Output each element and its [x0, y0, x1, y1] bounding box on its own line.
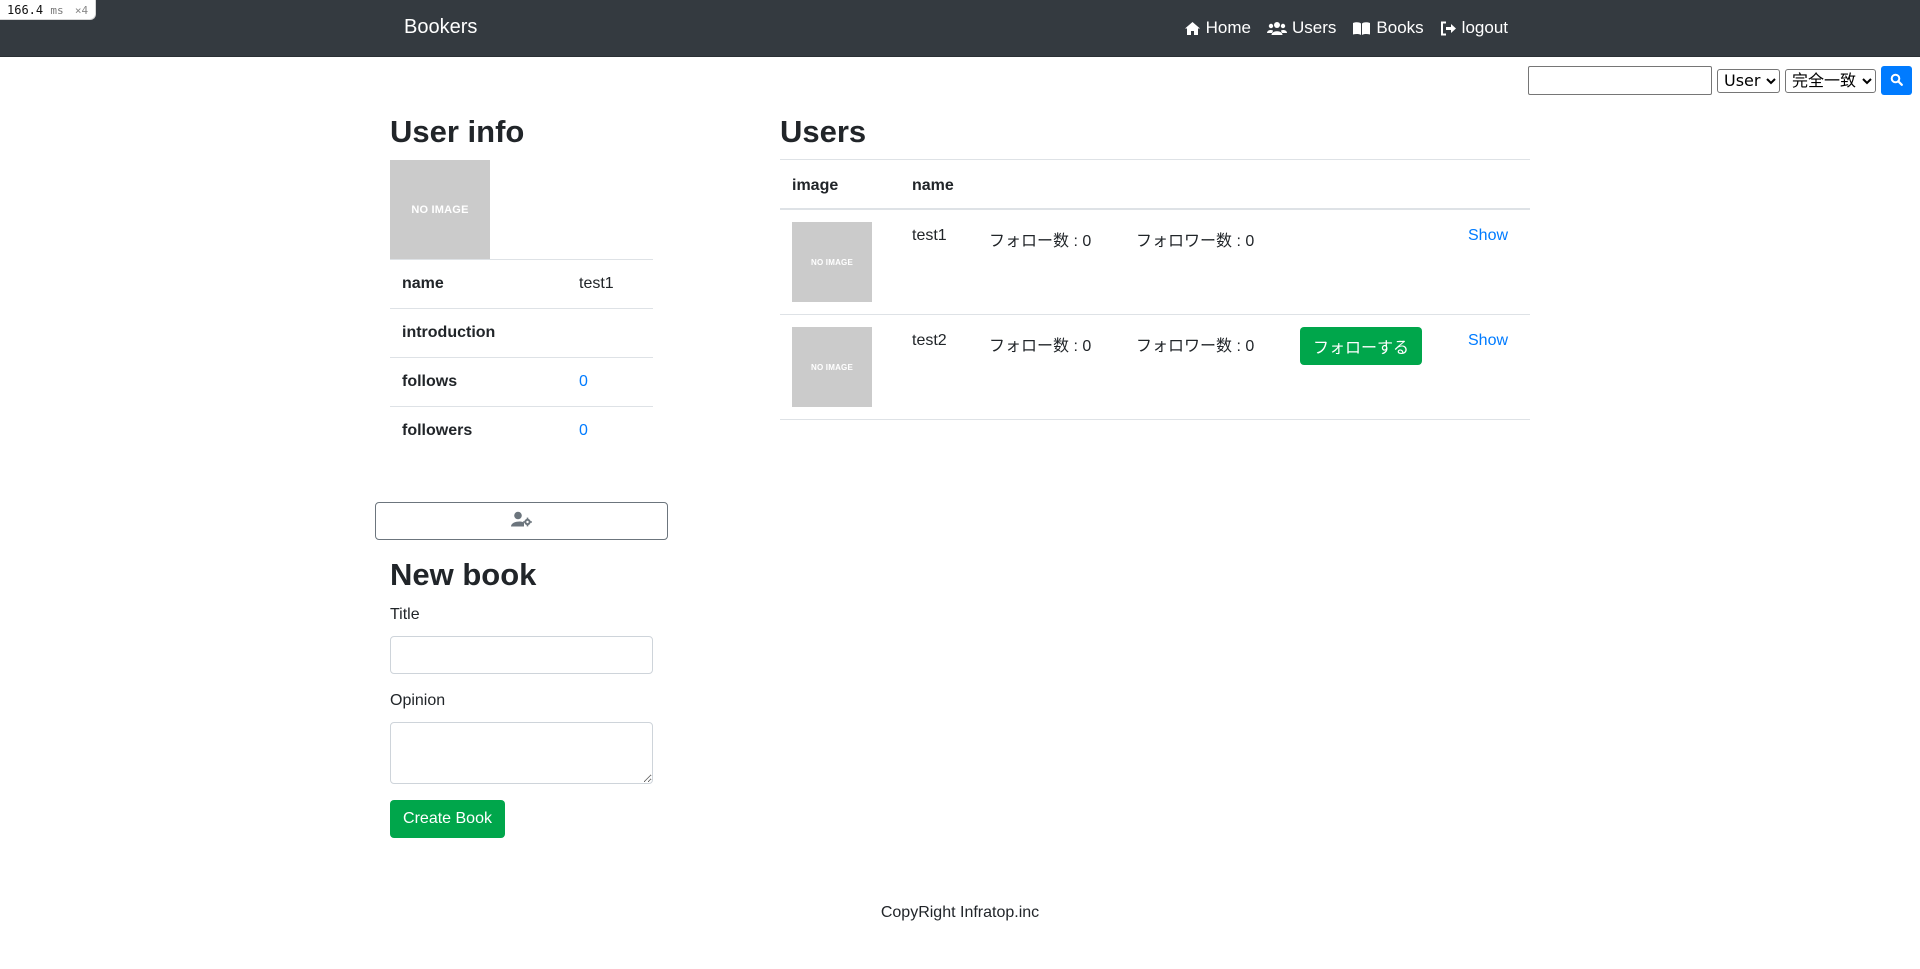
navbar: Bookers Home Users Books logout [0, 0, 1920, 57]
info-key: name [390, 259, 567, 309]
search-bar: User 完全一致 [1528, 66, 1912, 95]
search-input[interactable] [1528, 66, 1712, 95]
nav-users-label: Users [1292, 18, 1337, 37]
info-row-name: name test1 [390, 259, 653, 309]
follows-count-link[interactable]: 0 [579, 373, 588, 390]
edit-profile-button[interactable] [375, 502, 668, 540]
nav-logout-link[interactable]: logout [1440, 18, 1508, 38]
show-user-link[interactable]: Show [1468, 227, 1508, 245]
user-followers-count: フォロワー数 : 0 [1136, 338, 1255, 355]
users-table-header: image name [780, 159, 1530, 210]
user-cog-icon [510, 511, 533, 532]
info-key: follows [390, 357, 567, 407]
perf-value: 166.4 [7, 3, 44, 17]
show-user-link[interactable]: Show [1468, 332, 1508, 350]
user-thumbnail: NO IMAGE [792, 327, 872, 407]
nav-home-link[interactable]: Home [1184, 18, 1251, 38]
title-label: Title [390, 606, 420, 623]
info-value: test1 [567, 259, 653, 309]
user-followers-count: フォロワー数 : 0 [1136, 233, 1255, 250]
user-info-title: User info [390, 114, 525, 149]
perf-multiplier: ×4 [74, 4, 89, 17]
nav-links: Home Users Books logout [1184, 18, 1508, 38]
info-row-follows: follows 0 [390, 357, 653, 407]
sign-out-icon [1440, 21, 1457, 36]
opinion-label: Opinion [390, 692, 446, 709]
nav-books-label: Books [1376, 18, 1424, 37]
title-input[interactable] [390, 636, 653, 674]
footer-copyright: CopyRight Infratop.inc [880, 904, 1040, 921]
info-row-followers: followers 0 [390, 406, 653, 456]
follow-button[interactable]: フォローする [1300, 327, 1422, 365]
search-target-select[interactable]: User [1717, 68, 1780, 93]
nav-users-link[interactable]: Users [1267, 18, 1336, 38]
user-row: NO IMAGE test1 フォロー数 : 0 フォロワー数 : 0 Show [780, 210, 1530, 315]
perf-badge: 166.4 ms ×4 [0, 0, 97, 20]
user-name: test1 [912, 227, 947, 244]
opinion-textarea[interactable] [390, 722, 653, 784]
new-book-title: New book [390, 557, 537, 592]
user-avatar: NO IMAGE [390, 160, 490, 259]
info-row-introduction: introduction [390, 308, 653, 358]
search-button[interactable] [1881, 66, 1912, 95]
user-name: test2 [912, 332, 947, 349]
brand-link[interactable]: Bookers [404, 16, 477, 39]
users-title: Users [780, 114, 867, 149]
user-thumbnail: NO IMAGE [792, 222, 872, 302]
users-icon [1267, 21, 1288, 36]
info-key: introduction [390, 308, 567, 358]
header-image: image [792, 177, 839, 194]
user-follows-count: フォロー数 : 0 [989, 233, 1092, 250]
perf-unit: ms [50, 4, 64, 17]
book-open-icon [1352, 21, 1371, 36]
search-icon [1890, 73, 1903, 89]
nav-home-label: Home [1205, 18, 1252, 37]
info-value [567, 308, 653, 358]
user-info-table: name test1 introduction follows 0 follow… [390, 259, 653, 456]
followers-count-link[interactable]: 0 [579, 422, 588, 439]
nav-logout-label: logout [1461, 18, 1508, 37]
header-name: name [912, 177, 954, 194]
user-follows-count: フォロー数 : 0 [989, 338, 1092, 355]
search-match-select[interactable]: 完全一致 [1785, 68, 1876, 93]
nav-books-link[interactable]: Books [1352, 18, 1424, 38]
info-key: followers [390, 406, 567, 456]
create-book-button[interactable]: Create Book [390, 800, 505, 838]
home-icon [1184, 21, 1201, 36]
user-row: NO IMAGE test2 フォロー数 : 0 フォロワー数 : 0 フォロー… [780, 315, 1530, 420]
users-table: image name NO IMAGE test1 フォロー数 : 0 フォロワ… [780, 159, 1530, 420]
